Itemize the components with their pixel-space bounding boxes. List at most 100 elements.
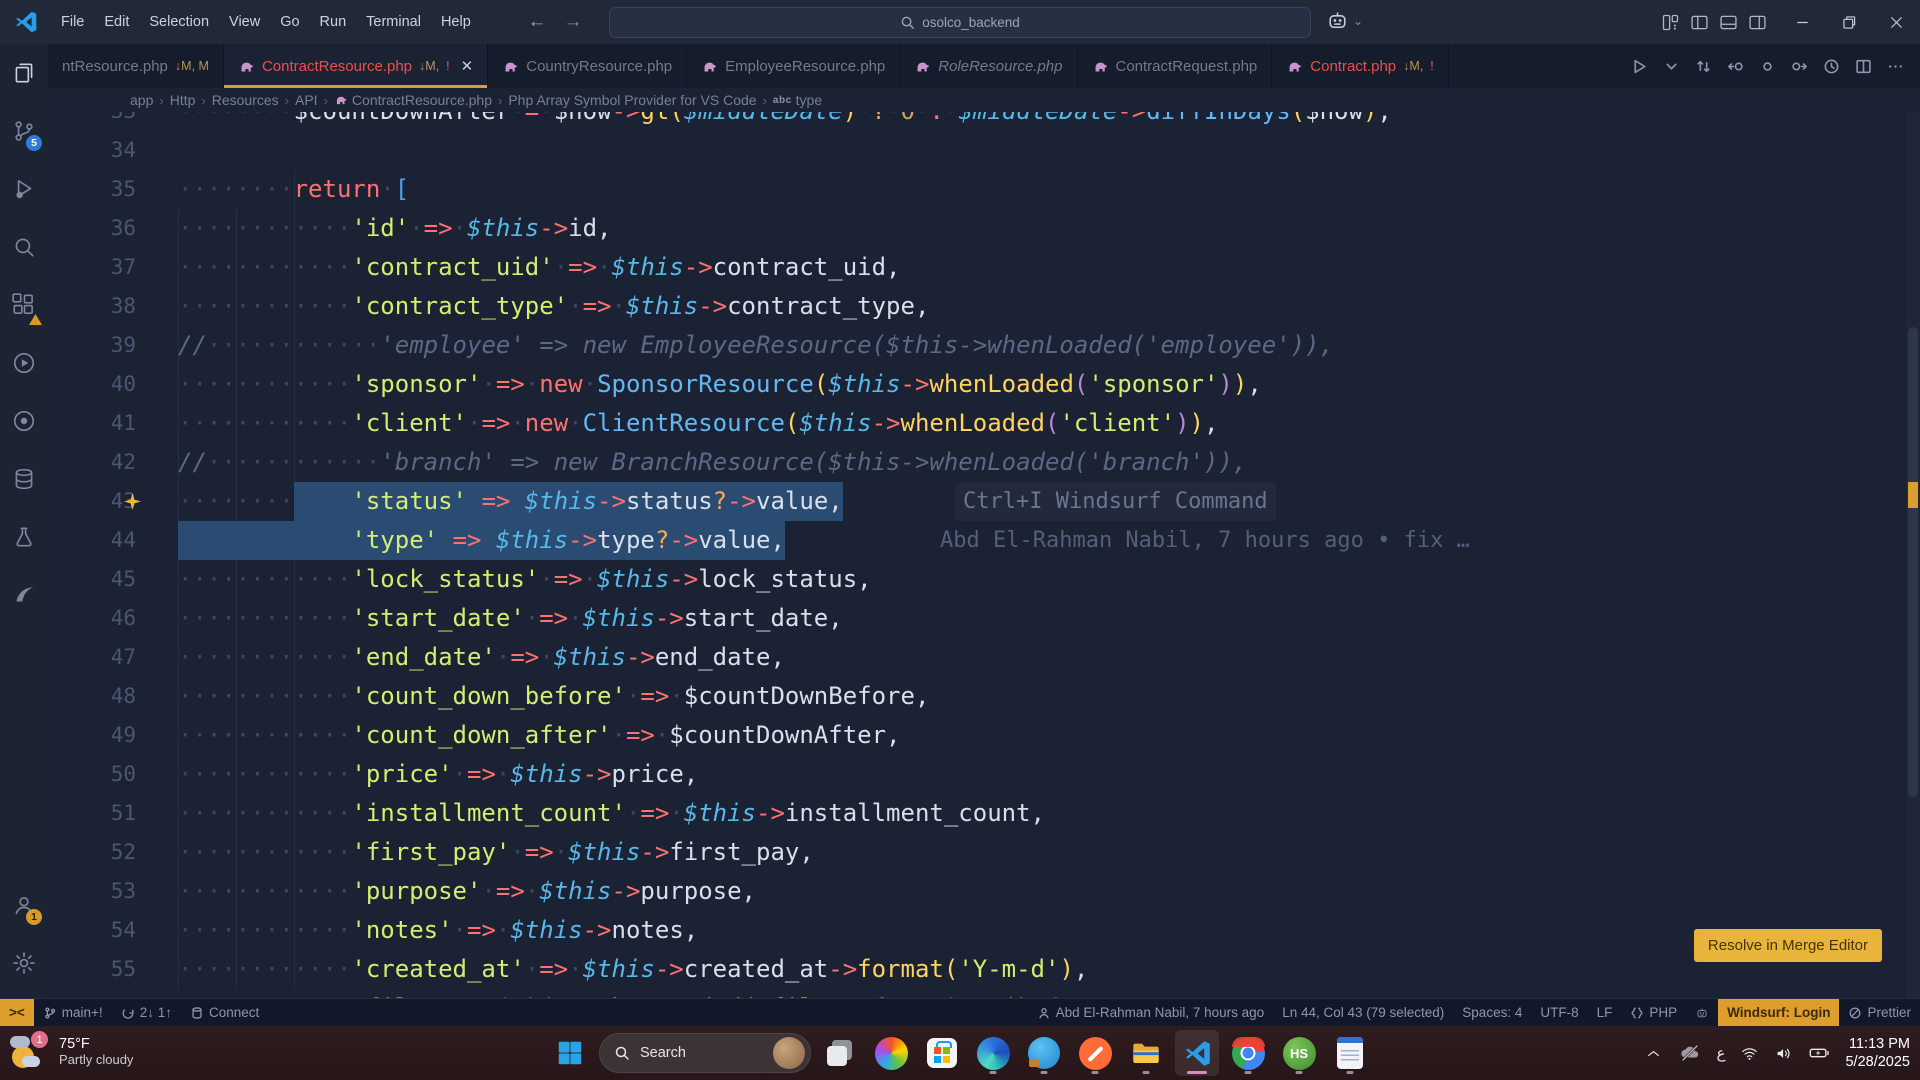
menu-view[interactable]: View — [219, 0, 270, 44]
status-git-sync[interactable]: 2↓ 1↑ — [112, 999, 181, 1026]
breadcrumb-item-app[interactable]: app — [130, 92, 153, 108]
status-copilot[interactable] — [1686, 999, 1718, 1026]
sidebar-item-testing[interactable] — [0, 508, 48, 566]
code-line[interactable]: 49············'count_down_after'·=>·$cou… — [48, 716, 1920, 755]
code-line[interactable]: 52············'first_pay'·=>·$this->firs… — [48, 833, 1920, 872]
code-line[interactable]: 37············'contract_uid'·=>·$this->c… — [48, 248, 1920, 287]
status-encoding[interactable]: UTF-8 — [1531, 999, 1587, 1026]
taskbar-app-notepad[interactable] — [1328, 1030, 1372, 1076]
code-line[interactable]: 36············'id'·=>·$this->id, — [48, 209, 1920, 248]
code-line[interactable]: 34 — [48, 131, 1920, 170]
code-line[interactable]: 46············'start_date'·=>·$this->sta… — [48, 599, 1920, 638]
code-line[interactable]: 53············'purpose'·=>·$this->purpos… — [48, 872, 1920, 911]
code-line[interactable]: 45············'lock_status'·=>·$this->lo… — [48, 560, 1920, 599]
code-line[interactable]: 47············'end_date'·=>·$this->end_d… — [48, 638, 1920, 677]
menu-run[interactable]: Run — [310, 0, 357, 44]
battery-icon[interactable] — [1808, 1042, 1830, 1064]
status-commit-blame[interactable]: Abd El-Rahman Nabil, 7 hours ago — [1028, 999, 1274, 1026]
navigate-back-button[interactable]: ← — [520, 0, 554, 44]
toggle-secondary-sidebar-icon[interactable] — [1747, 12, 1768, 33]
code-line[interactable]: 35········return·[ — [48, 170, 1920, 209]
code-line[interactable]: 50············'price'·=>·$this->price, — [48, 755, 1920, 794]
code-editor[interactable]: 33········$countDownAfter·=·$now->gt($mi… — [48, 112, 1920, 998]
taskbar-app-copilot[interactable] — [869, 1030, 913, 1076]
sidebar-item-windsurf[interactable] — [0, 566, 48, 624]
navigate-forward-button[interactable]: → — [556, 0, 590, 44]
code-line[interactable]: 38············'contract_type'·=>·$this->… — [48, 287, 1920, 326]
split-editor-icon[interactable] — [1855, 58, 1872, 75]
run-button[interactable] — [1631, 58, 1648, 75]
volume-icon[interactable] — [1774, 1044, 1793, 1063]
tab-ntresource[interactable]: ntResource.php↓M, M — [48, 44, 224, 88]
weather-widget[interactable]: 1 75°F Partly cloudy — [10, 1031, 133, 1071]
tab-roleresource[interactable]: RoleResource.php — [900, 44, 1077, 88]
change-dot-icon[interactable] — [1759, 58, 1776, 75]
code-line[interactable]: 40············'sponsor'·=>·new·SponsorRe… — [48, 365, 1920, 404]
menu-terminal[interactable]: Terminal — [356, 0, 431, 44]
menu-edit[interactable]: Edit — [94, 0, 139, 44]
command-center-search[interactable]: osolco_backend — [609, 7, 1311, 38]
status-git-branch[interactable]: main+! — [34, 999, 112, 1026]
taskbar-search[interactable]: Search — [599, 1033, 811, 1073]
code-line[interactable]: 41············'client'·=>·new·ClientReso… — [48, 404, 1920, 443]
breadcrumb-item-http[interactable]: Http — [170, 92, 196, 108]
breadcrumb-item-resources[interactable]: Resources — [212, 92, 279, 108]
code-line[interactable]: 55············'created_at'·=>·$this->cre… — [48, 950, 1920, 989]
editor-scrollbar[interactable] — [1906, 112, 1920, 998]
sidebar-item-source-control[interactable]: 5 — [0, 102, 48, 160]
menu-help[interactable]: Help — [431, 0, 481, 44]
status-remote-indicator[interactable]: >< — [0, 999, 34, 1026]
breadcrumb-item-contractresource-php[interactable]: ContractResource.php — [334, 92, 492, 108]
taskbar-app-vscode[interactable] — [1175, 1030, 1219, 1076]
code-line[interactable]: 39//············'employee' => new Employ… — [48, 326, 1920, 365]
sidebar-item-remote-explorer[interactable] — [0, 334, 48, 392]
breadcrumb-item-type[interactable]: abctype — [773, 92, 822, 108]
code-line[interactable]: 33········$countDownAfter·=·$now->gt($mi… — [48, 112, 1920, 131]
taskbar-app-blue-app[interactable] — [1022, 1030, 1066, 1076]
onedrive-icon[interactable] — [1678, 1041, 1702, 1065]
taskbar-app-task-view[interactable] — [818, 1030, 862, 1076]
code-line[interactable]: 42//············'branch' => new BranchRe… — [48, 443, 1920, 482]
sidebar-item-extensions[interactable] — [0, 276, 48, 334]
tray-chevron-icon[interactable] — [1644, 1044, 1663, 1063]
breadcrumb-item-php-array-symbol-provider-for-vs-code[interactable]: Php Array Symbol Provider for VS Code — [508, 92, 756, 108]
taskbar-app-microsoft-store[interactable] — [920, 1030, 964, 1076]
status-sql-connect[interactable]: Connect — [181, 999, 268, 1026]
sidebar-item-settings[interactable] — [0, 934, 48, 992]
sidebar-item-explorer[interactable] — [0, 44, 48, 102]
menu-go[interactable]: Go — [270, 0, 309, 44]
status-prettier[interactable]: Prettier — [1839, 999, 1920, 1026]
run-dropdown-icon[interactable] — [1663, 58, 1680, 75]
taskbar-app-file-explorer[interactable] — [1124, 1030, 1168, 1076]
wifi-icon[interactable] — [1740, 1044, 1759, 1063]
customize-layout-icon[interactable] — [1660, 12, 1681, 33]
status-indentation[interactable]: Spaces: 4 — [1453, 999, 1531, 1026]
breadcrumb-item-api[interactable]: API — [295, 92, 318, 108]
tab-countryresource[interactable]: CountryResource.php — [488, 44, 687, 88]
sidebar-item-live-preview[interactable] — [0, 392, 48, 450]
code-line[interactable]: 51············'installment_count'·=>·$th… — [48, 794, 1920, 833]
tab-contractresource[interactable]: ContractResource.php↓M,!✕ — [224, 44, 488, 88]
tab-close-icon[interactable]: ✕ — [461, 57, 474, 75]
code-line[interactable]: 44············'type'·=>·$this->type?->va… — [48, 521, 1920, 560]
sidebar-item-accounts[interactable]: 1 — [0, 876, 48, 934]
sidebar-item-database-client[interactable] — [0, 450, 48, 508]
code-line[interactable]: 43············'status'·=>·$this->status?… — [48, 482, 1920, 521]
taskbar-app-edge[interactable] — [971, 1030, 1015, 1076]
taskbar-app-postman[interactable] — [1073, 1030, 1117, 1076]
resolve-in-merge-editor-button[interactable]: Resolve in Merge Editor — [1694, 929, 1882, 962]
status-eol[interactable]: LF — [1588, 999, 1622, 1026]
status-language-mode[interactable]: PHP — [1621, 999, 1686, 1026]
tab-contract[interactable]: Contract.php↓M,! — [1272, 44, 1449, 88]
start-button[interactable] — [548, 1030, 592, 1076]
toggle-panel-icon[interactable] — [1718, 12, 1739, 33]
code-line[interactable]: 54············'notes'·=>·$this->notes, — [48, 911, 1920, 950]
restore-button[interactable] — [1826, 0, 1873, 44]
previous-change-icon[interactable] — [1727, 58, 1744, 75]
menu-selection[interactable]: Selection — [139, 0, 219, 44]
code-line[interactable]: 56············'file'·=>·$this->whenLoade… — [48, 989, 1920, 998]
menu-file[interactable]: File — [51, 0, 94, 44]
minimize-button[interactable] — [1779, 0, 1826, 44]
sidebar-item-run-and-debug[interactable] — [0, 160, 48, 218]
close-button[interactable] — [1873, 0, 1920, 44]
